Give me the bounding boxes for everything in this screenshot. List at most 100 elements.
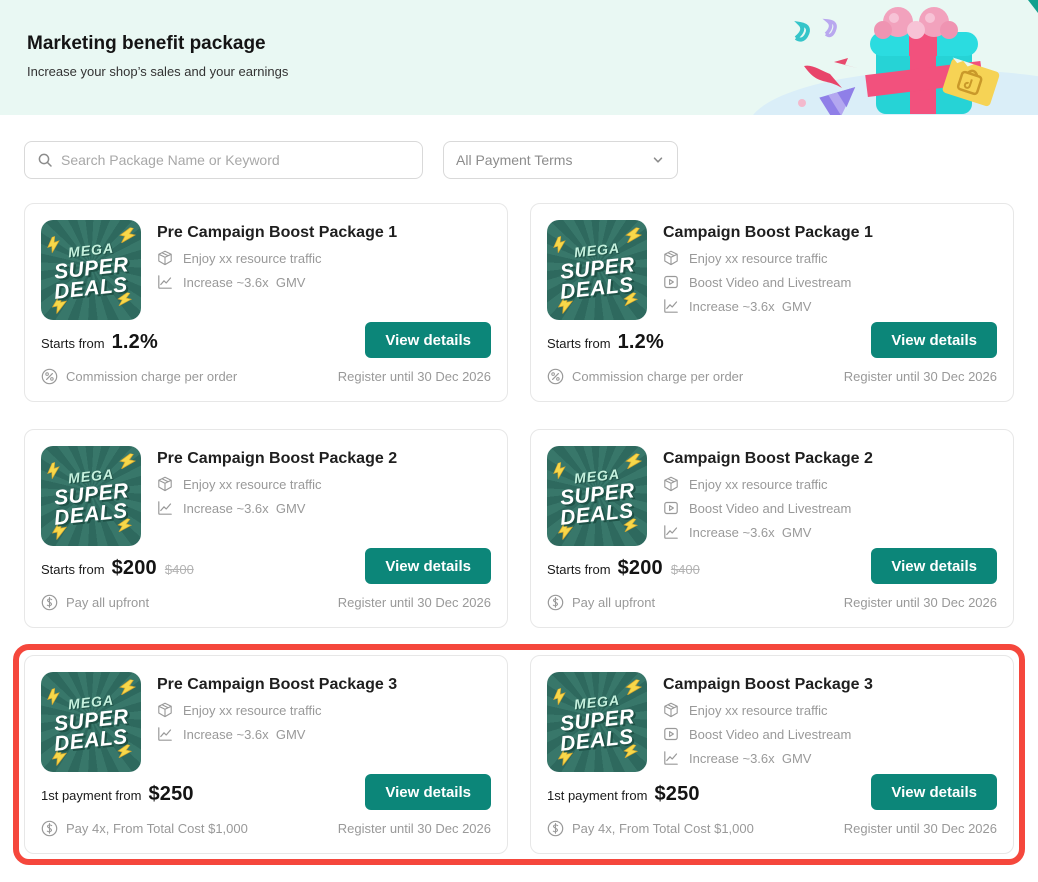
payment-note-text: Pay 4x, From Total Cost $1,000 [572, 821, 754, 836]
dollar-circle-icon [547, 820, 564, 837]
lightning-icon [47, 461, 60, 480]
price-value: $250 [654, 783, 700, 805]
package-icon [158, 476, 172, 492]
lightning-icon [119, 453, 137, 470]
feature-text: Enjoy xx resource traffic [183, 250, 322, 266]
chart-icon [158, 275, 172, 289]
lightning-icon [625, 453, 643, 470]
chart-icon [664, 299, 678, 313]
register-until: Register until 30 Dec 2026 [843, 369, 997, 384]
payment-note-text: Pay all upfront [66, 595, 150, 610]
package-card-grid: MEGA SUPER DEALS Pre Campaign Boost Pack… [0, 179, 1038, 865]
page-header: Marketing benefit package Increase your … [0, 0, 1038, 115]
package-card: MEGA SUPER DEALS Campaign Boost Package … [530, 655, 1014, 854]
price-value: 1.2% [111, 331, 158, 353]
package-title: Campaign Boost Package 1 [663, 224, 873, 241]
package-icon [158, 702, 172, 718]
lightning-icon [47, 235, 60, 254]
package-title: Pre Campaign Boost Package 1 [157, 224, 398, 241]
payment-note-text: Pay all upfront [572, 595, 656, 610]
feature-text: Boost Video and Livestream [689, 274, 852, 290]
feature-text: Enjoy xx resource traffic [689, 250, 828, 266]
mega-super-deals-badge: MEGA SUPER DEALS [547, 672, 647, 772]
video-icon [664, 727, 678, 741]
feature-text: Increase ~3.6x GMV [183, 274, 306, 290]
register-until: Register until 30 Dec 2026 [337, 821, 491, 836]
lightning-icon [625, 679, 643, 696]
package-card: MEGA SUPER DEALS Pre Campaign Boost Pack… [24, 429, 508, 628]
package-title: Pre Campaign Boost Package 2 [157, 450, 398, 467]
package-card: MEGA SUPER DEALS Campaign Boost Package … [530, 429, 1014, 628]
feature-text: Enjoy xx resource traffic [689, 476, 828, 492]
mega-super-deals-badge: MEGA SUPER DEALS [41, 672, 141, 772]
gift-illustration [753, 0, 1038, 115]
package-icon [664, 250, 678, 266]
lightning-icon [553, 235, 566, 254]
price-value: $200 [111, 557, 157, 579]
package-title: Pre Campaign Boost Package 3 [157, 676, 398, 693]
register-until: Register until 30 Dec 2026 [843, 595, 997, 610]
view-details-button[interactable]: View details [365, 322, 491, 358]
mega-super-deals-badge: MEGA SUPER DEALS [547, 446, 647, 546]
video-icon [664, 275, 678, 289]
search-box[interactable] [24, 141, 423, 179]
percent-circle-icon [547, 368, 564, 385]
feature-text: Increase ~3.6x GMV [689, 750, 812, 766]
percent-circle-icon [41, 368, 58, 385]
feature-text: Boost Video and Livestream [689, 500, 852, 516]
package-icon [158, 250, 172, 266]
dollar-circle-icon [41, 820, 58, 837]
mega-super-deals-badge: MEGA SUPER DEALS [41, 446, 141, 546]
price-label: 1st payment from [547, 788, 648, 803]
register-until: Register until 30 Dec 2026 [843, 821, 997, 836]
feature-text: Increase ~3.6x GMV [183, 500, 306, 516]
lightning-icon [119, 679, 137, 696]
price-label: Starts from [547, 562, 611, 577]
view-details-button[interactable]: View details [871, 774, 997, 810]
payment-note-text: Commission charge per order [66, 369, 238, 384]
view-details-button[interactable]: View details [871, 322, 997, 358]
chart-icon [158, 501, 172, 515]
price-value: 1.2% [617, 331, 664, 353]
page-subtitle: Increase your shop’s sales and your earn… [27, 64, 289, 79]
chart-icon [158, 727, 172, 741]
view-details-button[interactable]: View details [871, 548, 997, 584]
search-input[interactable] [61, 152, 410, 168]
package-card: MEGA SUPER DEALS Pre Campaign Boost Pack… [24, 203, 508, 402]
register-until: Register until 30 Dec 2026 [337, 595, 491, 610]
dollar-circle-icon [41, 594, 58, 611]
search-icon [38, 153, 52, 167]
feature-text: Increase ~3.6x GMV [689, 524, 812, 540]
price-label: Starts from [41, 336, 105, 351]
page-title: Marketing benefit package [27, 33, 266, 54]
price-label: Starts from [41, 562, 105, 577]
price-label: 1st payment from [41, 788, 142, 803]
payment-note-text: Commission charge per order [572, 369, 744, 384]
package-title: Campaign Boost Package 2 [663, 450, 873, 467]
payment-terms-select[interactable]: All Payment Terms [443, 141, 678, 179]
lightning-icon [553, 687, 566, 706]
package-title: Campaign Boost Package 3 [663, 676, 873, 693]
video-icon [664, 501, 678, 515]
package-card: MEGA SUPER DEALS Pre Campaign Boost Pack… [24, 655, 508, 854]
highlighted-row: MEGA SUPER DEALS Pre Campaign Boost Pack… [13, 644, 1025, 865]
chart-icon [664, 525, 678, 539]
payment-terms-value: All Payment Terms [456, 152, 573, 168]
price-label: Starts from [547, 336, 611, 351]
view-details-button[interactable]: View details [365, 774, 491, 810]
lightning-icon [119, 227, 137, 244]
feature-text: Enjoy xx resource traffic [183, 702, 322, 718]
feature-text: Enjoy xx resource traffic [689, 702, 828, 718]
feature-text: Boost Video and Livestream [689, 726, 852, 742]
dollar-circle-icon [547, 594, 564, 611]
old-price: $400 [670, 562, 700, 577]
mega-super-deals-badge: MEGA SUPER DEALS [547, 220, 647, 320]
feature-text: Enjoy xx resource traffic [183, 476, 322, 492]
view-details-button[interactable]: View details [365, 548, 491, 584]
chart-icon [664, 751, 678, 765]
feature-text: Increase ~3.6x GMV [183, 726, 306, 742]
old-price: $400 [164, 562, 194, 577]
price-value: $200 [617, 557, 663, 579]
package-icon [664, 476, 678, 492]
package-card: MEGA SUPER DEALS Campaign Boost Package … [530, 203, 1014, 402]
